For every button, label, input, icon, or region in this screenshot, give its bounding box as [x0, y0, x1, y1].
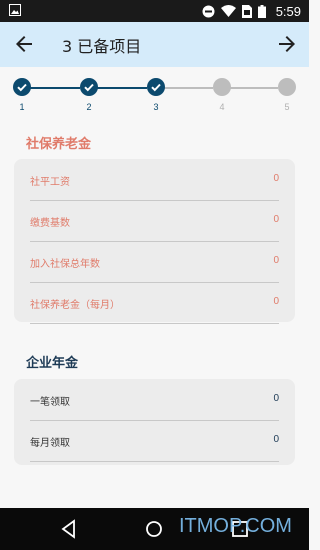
- sim-icon: [241, 4, 252, 18]
- check-icon: [84, 83, 94, 92]
- row-label: 一笔领取: [30, 397, 70, 408]
- forward-arrow-icon[interactable]: [275, 32, 299, 56]
- step-connector: [30, 87, 80, 89]
- row-value: 0: [273, 255, 279, 266]
- battery-icon: [257, 4, 266, 18]
- step-3-dot[interactable]: [147, 78, 165, 96]
- row-label: 加入社保总年数: [30, 259, 100, 270]
- image-icon: [9, 4, 21, 16]
- row-label: 社平工资: [30, 177, 70, 188]
- check-icon: [151, 83, 161, 92]
- step-connector: [164, 87, 213, 89]
- step-4-number: 4: [219, 102, 225, 112]
- step-2-number: 2: [86, 102, 92, 112]
- step-2-dot[interactable]: [80, 78, 98, 96]
- row-label: 每月领取: [30, 438, 70, 449]
- pension-row-avg-salary[interactable]: 社平工资 0: [30, 161, 279, 201]
- annuity-row-monthly[interactable]: 每月领取 0: [30, 422, 279, 462]
- app-bar: 3 已备项目: [0, 22, 309, 67]
- wifi-icon: [220, 5, 236, 17]
- row-value: 0: [273, 434, 279, 445]
- row-value: 0: [273, 214, 279, 225]
- pension-row-total-years[interactable]: 加入社保总年数 0: [30, 243, 279, 283]
- pension-card: 社平工资 0 缴费基数 0 加入社保总年数 0 社保养老金（每月） 0: [14, 159, 295, 324]
- home-circle-icon[interactable]: [143, 518, 165, 540]
- row-divider: [30, 200, 279, 201]
- check-icon: [17, 83, 27, 92]
- step-1-dot[interactable]: [13, 78, 31, 96]
- annuity-card: 一笔领取 0 每月领取 0: [14, 379, 295, 465]
- status-bar: 5:59: [0, 0, 309, 22]
- row-value: 0: [273, 296, 279, 307]
- back-triangle-icon[interactable]: [58, 518, 80, 540]
- row-divider: [30, 282, 279, 283]
- watermark-text: ITMOP.COM: [179, 515, 292, 537]
- pension-row-monthly-pension[interactable]: 社保养老金（每月） 0: [30, 284, 279, 324]
- row-divider: [30, 420, 279, 421]
- row-divider: [30, 323, 279, 324]
- status-time: 5:59: [275, 3, 301, 19]
- row-label: 社保养老金（每月）: [30, 300, 120, 311]
- page-title: 3 已备项目: [62, 37, 142, 56]
- progress-stepper: 1 2 3 4 5: [0, 67, 309, 117]
- row-divider: [30, 461, 279, 462]
- step-connector: [97, 87, 147, 89]
- do-not-disturb-icon: [202, 5, 215, 17]
- step-1-number: 1: [19, 102, 25, 112]
- row-divider: [30, 241, 279, 242]
- annuity-section-title: 企业年金: [26, 356, 79, 371]
- row-value: 0: [273, 393, 279, 404]
- row-value: 0: [273, 173, 279, 184]
- back-arrow-icon[interactable]: [12, 32, 36, 56]
- pension-section-title: 社保养老金: [26, 137, 92, 152]
- step-4-dot[interactable]: [213, 78, 231, 96]
- pension-row-contribution-base[interactable]: 缴费基数 0: [30, 202, 279, 242]
- step-3-number: 3: [153, 102, 159, 112]
- step-connector: [230, 87, 278, 89]
- annuity-row-lump-sum[interactable]: 一笔领取 0: [30, 381, 279, 421]
- step-5-dot[interactable]: [278, 78, 296, 96]
- row-label: 缴费基数: [30, 218, 70, 229]
- step-5-number: 5: [284, 102, 290, 112]
